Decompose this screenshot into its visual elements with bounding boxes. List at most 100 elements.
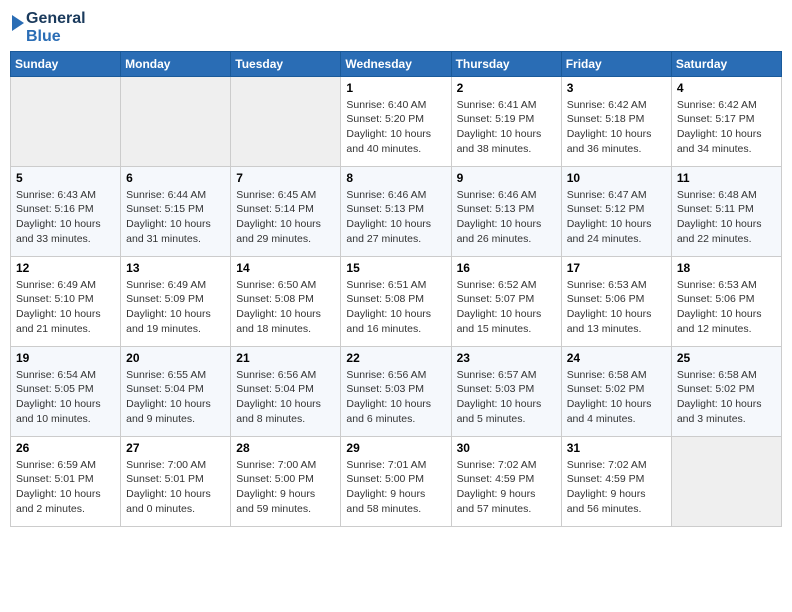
day-number: 11 — [677, 171, 776, 185]
calendar-header: SundayMondayTuesdayWednesdayThursdayFrid… — [11, 51, 782, 76]
day-info: Sunrise: 6:56 AMSunset: 5:04 PMDaylight:… — [236, 368, 335, 427]
calendar-cell: 13Sunrise: 6:49 AMSunset: 5:09 PMDayligh… — [121, 256, 231, 346]
day-info: Sunrise: 6:48 AMSunset: 5:11 PMDaylight:… — [677, 188, 776, 247]
calendar-cell: 16 Sunrise: 6:52 AMSunset: 5:07 PMDayligh… — [451, 256, 561, 346]
day-number: 15 — [346, 261, 445, 275]
calendar-cell: 9 Sunrise: 6:46 AMSunset: 5:13 PMDaylight… — [451, 166, 561, 256]
calendar-cell: 6 Sunrise: 6:44 AMSunset: 5:15 PMDaylight… — [121, 166, 231, 256]
calendar-cell: 24 Sunrise: 6:58 AMSunset: 5:02 PMDayligh… — [561, 346, 671, 436]
calendar-cell: 1 Sunrise: 6:40 AMSunset: 5:20 PMDaylight… — [341, 76, 451, 166]
day-number: 16 — [457, 261, 556, 275]
day-number: 24 — [567, 351, 666, 365]
day-number: 19 — [16, 351, 115, 365]
day-number: 3 — [567, 81, 666, 95]
day-number: 9 — [457, 171, 556, 185]
day-info: Sunrise: 6:53 AMSunset: 5:06 PMDaylight:… — [567, 278, 666, 337]
calendar-cell: 4 Sunrise: 6:42 AMSunset: 5:17 PMDaylight… — [671, 76, 781, 166]
calendar-cell: 20 Sunrise: 6:55 AMSunset: 5:04 PMDayligh… — [121, 346, 231, 436]
day-number: 10 — [567, 171, 666, 185]
day-info: Sunrise: 7:00 AMSunset: 5:01 PMDaylight:… — [126, 458, 225, 517]
weekday-header-saturday: Saturday — [671, 51, 781, 76]
logo-name-blue: Blue — [26, 28, 86, 46]
calendar-cell: 29 Sunrise: 7:01 AMSunset: 5:00 PMDayligh… — [341, 436, 451, 526]
calendar-cell: 15 Sunrise: 6:51 AMSunset: 5:08 PMDayligh… — [341, 256, 451, 346]
calendar-cell: 11 Sunrise: 6:48 AMSunset: 5:11 PMDayligh… — [671, 166, 781, 256]
calendar-cell: 27Sunrise: 7:00 AMSunset: 5:01 PMDayligh… — [121, 436, 231, 526]
day-number: 17 — [567, 261, 666, 275]
day-number: 21 — [236, 351, 335, 365]
calendar-week-3: 12Sunrise: 6:49 AMSunset: 5:10 PMDayligh… — [11, 256, 782, 346]
calendar-cell: 17 Sunrise: 6:53 AMSunset: 5:06 PMDayligh… — [561, 256, 671, 346]
calendar-body: 1 Sunrise: 6:40 AMSunset: 5:20 PMDaylight… — [11, 76, 782, 526]
calendar-cell: 12Sunrise: 6:49 AMSunset: 5:10 PMDayligh… — [11, 256, 121, 346]
day-number: 22 — [346, 351, 445, 365]
calendar-cell: 26 Sunrise: 6:59 AMSunset: 5:01 PMDayligh… — [11, 436, 121, 526]
day-info: Sunrise: 7:01 AMSunset: 5:00 PMDaylight:… — [346, 458, 445, 517]
logo-flag-icon — [10, 13, 26, 43]
day-info: Sunrise: 7:00 AMSunset: 5:00 PMDaylight:… — [236, 458, 335, 517]
day-number: 29 — [346, 441, 445, 455]
day-info: Sunrise: 7:02 AMSunset: 4:59 PMDaylight:… — [457, 458, 556, 517]
day-number: 14 — [236, 261, 335, 275]
day-number: 26 — [16, 441, 115, 455]
calendar-cell: 18 Sunrise: 6:53 AMSunset: 5:06 PMDayligh… — [671, 256, 781, 346]
weekday-header-tuesday: Tuesday — [231, 51, 341, 76]
day-number: 20 — [126, 351, 225, 365]
day-info: Sunrise: 6:45 AMSunset: 5:14 PMDaylight:… — [236, 188, 335, 247]
day-info: Sunrise: 6:42 AMSunset: 5:17 PMDaylight:… — [677, 98, 776, 157]
day-number: 1 — [346, 81, 445, 95]
page-header: General Blue — [10, 10, 782, 47]
calendar-week-1: 1 Sunrise: 6:40 AMSunset: 5:20 PMDaylight… — [11, 76, 782, 166]
calendar-week-5: 26 Sunrise: 6:59 AMSunset: 5:01 PMDayligh… — [11, 436, 782, 526]
day-number: 7 — [236, 171, 335, 185]
day-info: Sunrise: 6:55 AMSunset: 5:04 PMDaylight:… — [126, 368, 225, 427]
day-info: Sunrise: 6:53 AMSunset: 5:06 PMDaylight:… — [677, 278, 776, 337]
calendar-cell: 5 Sunrise: 6:43 AMSunset: 5:16 PMDaylight… — [11, 166, 121, 256]
logo-name-general: General — [26, 10, 86, 28]
day-info: Sunrise: 6:46 AMSunset: 5:13 PMDaylight:… — [457, 188, 556, 247]
calendar-cell: 21 Sunrise: 6:56 AMSunset: 5:04 PMDayligh… — [231, 346, 341, 436]
calendar-cell — [671, 436, 781, 526]
day-info: Sunrise: 7:02 AMSunset: 4:59 PMDaylight:… — [567, 458, 666, 517]
calendar-cell: 25Sunrise: 6:58 AMSunset: 5:02 PMDayligh… — [671, 346, 781, 436]
day-info: Sunrise: 6:54 AMSunset: 5:05 PMDaylight:… — [16, 368, 115, 427]
day-number: 18 — [677, 261, 776, 275]
calendar-cell: 31Sunrise: 7:02 AMSunset: 4:59 PMDayligh… — [561, 436, 671, 526]
day-number: 28 — [236, 441, 335, 455]
weekday-header-row: SundayMondayTuesdayWednesdayThursdayFrid… — [11, 51, 782, 76]
day-number: 4 — [677, 81, 776, 95]
day-number: 2 — [457, 81, 556, 95]
day-info: Sunrise: 6:58 AMSunset: 5:02 PMDaylight:… — [567, 368, 666, 427]
day-number: 5 — [16, 171, 115, 185]
day-info: Sunrise: 6:40 AMSunset: 5:20 PMDaylight:… — [346, 98, 445, 157]
weekday-header-wednesday: Wednesday — [341, 51, 451, 76]
calendar-cell: 8 Sunrise: 6:46 AMSunset: 5:13 PMDaylight… — [341, 166, 451, 256]
calendar-cell: 30 Sunrise: 7:02 AMSunset: 4:59 PMDayligh… — [451, 436, 561, 526]
day-info: Sunrise: 6:52 AMSunset: 5:07 PMDaylight:… — [457, 278, 556, 337]
day-number: 8 — [346, 171, 445, 185]
calendar-cell: 3Sunrise: 6:42 AMSunset: 5:18 PMDaylight… — [561, 76, 671, 166]
day-info: Sunrise: 6:46 AMSunset: 5:13 PMDaylight:… — [346, 188, 445, 247]
calendar-cell: 14 Sunrise: 6:50 AMSunset: 5:08 PMDayligh… — [231, 256, 341, 346]
calendar-week-2: 5 Sunrise: 6:43 AMSunset: 5:16 PMDaylight… — [11, 166, 782, 256]
day-number: 23 — [457, 351, 556, 365]
day-info: Sunrise: 6:59 AMSunset: 5:01 PMDaylight:… — [16, 458, 115, 517]
day-info: Sunrise: 6:43 AMSunset: 5:16 PMDaylight:… — [16, 188, 115, 247]
calendar-cell: 10Sunrise: 6:47 AMSunset: 5:12 PMDayligh… — [561, 166, 671, 256]
day-info: Sunrise: 6:50 AMSunset: 5:08 PMDaylight:… — [236, 278, 335, 337]
calendar-week-4: 19 Sunrise: 6:54 AMSunset: 5:05 PMDayligh… — [11, 346, 782, 436]
weekday-header-monday: Monday — [121, 51, 231, 76]
day-number: 30 — [457, 441, 556, 455]
day-info: Sunrise: 6:51 AMSunset: 5:08 PMDaylight:… — [346, 278, 445, 337]
calendar-cell: 22Sunrise: 6:56 AMSunset: 5:03 PMDayligh… — [341, 346, 451, 436]
calendar-cell: 19 Sunrise: 6:54 AMSunset: 5:05 PMDayligh… — [11, 346, 121, 436]
calendar-cell: 2Sunrise: 6:41 AMSunset: 5:19 PMDaylight… — [451, 76, 561, 166]
calendar-cell: 23Sunrise: 6:57 AMSunset: 5:03 PMDayligh… — [451, 346, 561, 436]
calendar-cell: 28 Sunrise: 7:00 AMSunset: 5:00 PMDayligh… — [231, 436, 341, 526]
day-number: 6 — [126, 171, 225, 185]
day-info: Sunrise: 6:44 AMSunset: 5:15 PMDaylight:… — [126, 188, 225, 247]
day-info: Sunrise: 6:49 AMSunset: 5:09 PMDaylight:… — [126, 278, 225, 337]
weekday-header-sunday: Sunday — [11, 51, 121, 76]
calendar-table: SundayMondayTuesdayWednesdayThursdayFrid… — [10, 51, 782, 527]
weekday-header-thursday: Thursday — [451, 51, 561, 76]
